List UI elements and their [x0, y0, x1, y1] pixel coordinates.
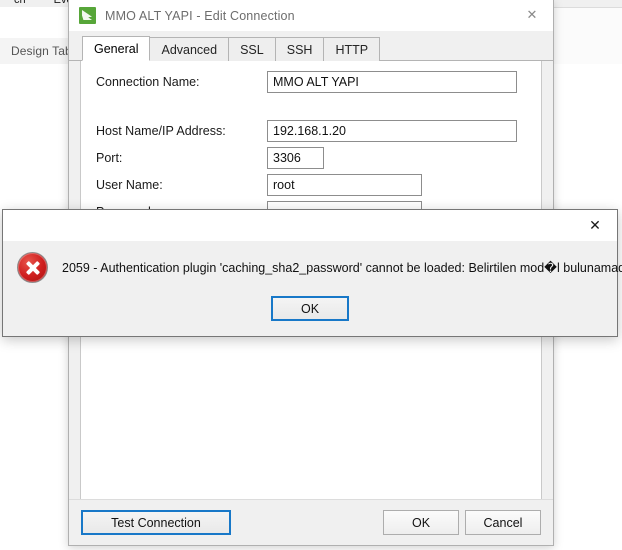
host-name-label: Host Name/IP Address: — [96, 124, 226, 138]
field-row-connection-name: Connection Name: MMO ALT YAPI — [81, 70, 541, 94]
port-label: Port: — [96, 151, 123, 165]
tab-advanced[interactable]: Advanced — [149, 37, 230, 61]
navicat-logo-icon — [79, 7, 96, 24]
tab-ssl[interactable]: SSL — [228, 37, 276, 61]
menu-item-0[interactable]: ch — [0, 0, 40, 7]
error-dialog: ✕ 2059 - Authentication plugin 'caching_… — [2, 209, 622, 337]
connection-dialog-titlebar: MMO ALT YAPI - Edit Connection ✕ — [69, 0, 553, 31]
close-icon[interactable]: ✕ — [511, 0, 553, 31]
error-dialog-body: 2059 - Authentication plugin 'caching_sh… — [3, 241, 622, 294]
field-row-port: Port: 3306 — [81, 146, 541, 170]
user-name-input[interactable]: root — [267, 174, 422, 196]
error-message: 2059 - Authentication plugin 'caching_sh… — [62, 260, 622, 275]
connection-name-input[interactable]: MMO ALT YAPI — [267, 71, 517, 93]
field-row-user-name: User Name: root — [81, 173, 541, 197]
user-name-label: User Name: — [96, 178, 163, 192]
tab-http[interactable]: HTTP — [323, 37, 381, 61]
tab-general[interactable]: General — [82, 36, 151, 61]
test-connection-button[interactable]: Test Connection — [81, 510, 231, 535]
connection-ok-button[interactable]: OK — [383, 510, 459, 535]
tab-ssh[interactable]: SSH — [274, 37, 325, 61]
connection-dialog-footer: Test Connection OK Cancel — [69, 499, 553, 545]
port-input[interactable]: 3306 — [267, 147, 324, 169]
screen-root: ch Event Query Report Backup Schedule Mo… — [0, 0, 622, 550]
close-icon[interactable]: ✕ — [573, 210, 617, 241]
error-ok-button[interactable]: OK — [271, 296, 349, 321]
error-dialog-titlebar: ✕ — [3, 210, 617, 241]
connection-cancel-button[interactable]: Cancel — [465, 510, 541, 535]
host-name-input[interactable]: 192.168.1.20 — [267, 120, 517, 142]
connection-tabs: General Advanced SSL SSH HTTP — [69, 36, 553, 61]
field-row-host: Host Name/IP Address: 192.168.1.20 — [81, 119, 541, 143]
error-dialog-button-row: OK — [3, 292, 617, 336]
connection-name-label: Connection Name: — [96, 75, 200, 89]
connection-dialog-title: MMO ALT YAPI - Edit Connection — [105, 8, 295, 23]
error-cross-icon — [17, 252, 48, 283]
